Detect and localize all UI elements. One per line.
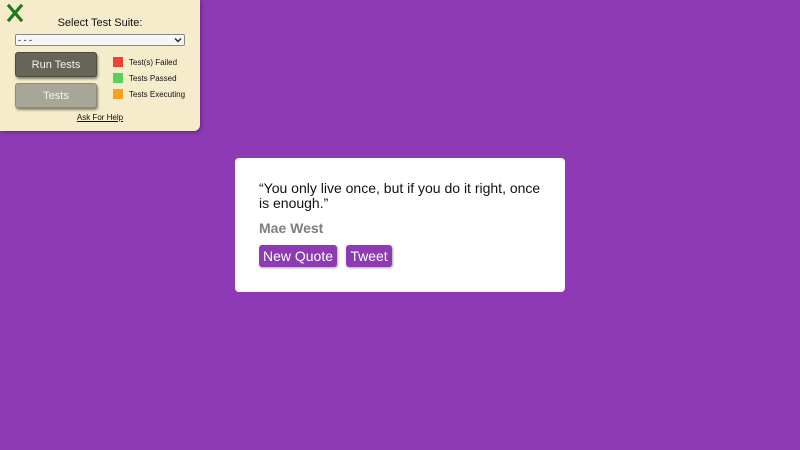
legend-executing: Tests Executing bbox=[113, 89, 185, 99]
legend-failed: Test(s) Failed bbox=[113, 57, 177, 67]
failed-swatch bbox=[113, 57, 123, 67]
legend-passed-label: Tests Passed bbox=[129, 73, 177, 83]
legend-failed-label: Test(s) Failed bbox=[129, 57, 178, 67]
quote-box: “You only live once, but if you do it ri… bbox=[235, 158, 565, 292]
suite-select-value: - - - bbox=[18, 35, 32, 45]
run-tests-button[interactable]: Run Tests bbox=[15, 52, 97, 77]
legend-executing-label: Tests Executing bbox=[129, 89, 186, 99]
executing-swatch bbox=[113, 89, 123, 99]
new-quote-button[interactable]: New Quote bbox=[259, 245, 337, 267]
tests-button[interactable]: Tests bbox=[15, 83, 97, 108]
legend-passed: Tests Passed bbox=[113, 73, 177, 83]
tweet-button[interactable]: Tweet bbox=[346, 245, 392, 267]
quote-text: “You only live once, but if you do it ri… bbox=[259, 180, 541, 211]
ask-for-help-link[interactable]: Ask For Help bbox=[0, 113, 200, 122]
chevron-down-icon bbox=[174, 38, 182, 43]
test-suite-select[interactable]: - - - bbox=[15, 34, 185, 46]
passed-swatch bbox=[113, 73, 123, 83]
test-suite-panel: Select Test Suite: - - - Run Tests Tests… bbox=[0, 0, 200, 131]
quote-author: Mae West bbox=[259, 220, 324, 236]
suite-title: Select Test Suite: bbox=[57, 17, 143, 29]
